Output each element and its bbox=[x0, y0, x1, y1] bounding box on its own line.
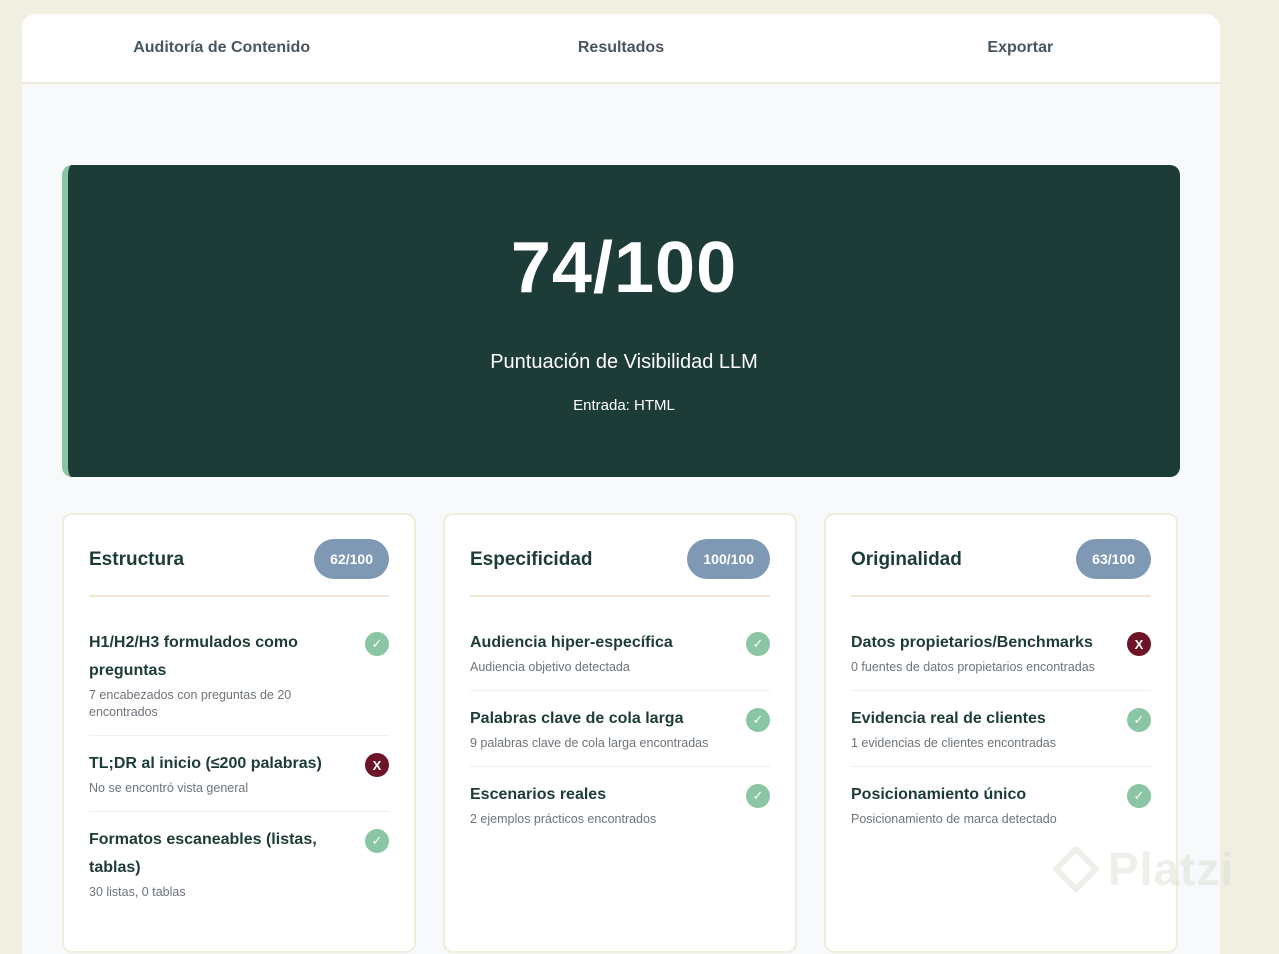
check-description: Posicionamiento de marca detectado bbox=[851, 812, 1057, 826]
input-type-label: Entrada: HTML bbox=[573, 397, 675, 414]
check-description: 30 listas, 0 tablas bbox=[89, 885, 186, 899]
check-title: Evidencia real de clientes bbox=[851, 710, 1046, 727]
card-title: Originalidad bbox=[851, 549, 962, 570]
card-title: Estructura bbox=[89, 549, 185, 570]
check-icon: ✓ bbox=[746, 784, 770, 808]
check-icon: ✓ bbox=[1127, 708, 1151, 732]
check-list: H1/H2/H3 formulados como preguntas 7 enc… bbox=[89, 615, 389, 915]
check-title: Datos propietarios/Benchmarks bbox=[851, 634, 1093, 651]
check-title: Palabras clave de cola larga bbox=[470, 710, 684, 727]
check-description: 9 palabras clave de cola larga encontrad… bbox=[470, 736, 709, 750]
check-title: Posicionamiento único bbox=[851, 786, 1027, 803]
card-header: Originalidad 63/100 bbox=[851, 539, 1151, 597]
watermark-text: Platzi bbox=[1108, 843, 1235, 895]
check-description: 0 fuentes de datos propietarios encontra… bbox=[851, 660, 1095, 674]
score-label: Puntuación de Visibilidad LLM bbox=[490, 351, 758, 373]
card-header: Especificidad 100/100 bbox=[470, 539, 770, 597]
check-icon: ✓ bbox=[746, 632, 770, 656]
tab-auditoria[interactable]: Auditoría de Contenido bbox=[22, 14, 421, 82]
check-description: No se encontró vista general bbox=[89, 781, 249, 795]
card-estructura: Estructura 62/100 H1/H2/H3 formulados co… bbox=[62, 513, 416, 953]
card-title: Especificidad bbox=[470, 549, 593, 570]
check-item: Datos propietarios/Benchmarks 0 fuentes … bbox=[851, 615, 1151, 691]
check-item: TL;DR al inicio (≤200 palabras) No se en… bbox=[89, 736, 389, 812]
check-list: Audiencia hiper-específica Audiencia obj… bbox=[470, 615, 770, 842]
check-title: Escenarios reales bbox=[470, 786, 607, 803]
card-especificidad: Especificidad 100/100 Audiencia hiper-es… bbox=[443, 513, 797, 953]
card-header: Estructura 62/100 bbox=[89, 539, 389, 597]
platzi-watermark: Platzi bbox=[1052, 842, 1234, 896]
fail-icon: X bbox=[1127, 632, 1151, 656]
check-icon: ✓ bbox=[1127, 784, 1151, 808]
check-title: Audiencia hiper-específica bbox=[470, 634, 673, 651]
check-title: TL;DR al inicio (≤200 palabras) bbox=[89, 755, 322, 772]
score-badge: 100/100 bbox=[687, 539, 770, 579]
check-description: Audiencia objetivo detectada bbox=[470, 660, 630, 674]
check-description: 1 evidencias de clientes encontradas bbox=[851, 736, 1056, 750]
score-badge: 63/100 bbox=[1076, 539, 1151, 579]
check-item: Evidencia real de clientes 1 evidencias … bbox=[851, 691, 1151, 767]
fail-icon: X bbox=[365, 753, 389, 777]
score-value: 74/100 bbox=[510, 228, 738, 308]
check-title: H1/H2/H3 formulados como preguntas bbox=[89, 634, 298, 679]
check-icon: ✓ bbox=[365, 829, 389, 853]
check-description: 7 encabezados con preguntas de 20 encont… bbox=[89, 688, 292, 719]
score-hero: 74/100 Puntuación de Visibilidad LLM Ent… bbox=[62, 165, 1180, 477]
check-item: Posicionamiento único Posicionamiento de… bbox=[851, 767, 1151, 842]
tab-bar: Auditoría de Contenido Resultados Export… bbox=[22, 14, 1220, 84]
platzi-logo-icon bbox=[1053, 846, 1099, 892]
check-list: Datos propietarios/Benchmarks 0 fuentes … bbox=[851, 615, 1151, 842]
check-item: H1/H2/H3 formulados como preguntas 7 enc… bbox=[89, 615, 389, 736]
app-window: Auditoría de Contenido Resultados Export… bbox=[22, 14, 1220, 954]
score-badge: 62/100 bbox=[314, 539, 389, 579]
check-icon: ✓ bbox=[365, 632, 389, 656]
tab-exportar[interactable]: Exportar bbox=[821, 14, 1220, 82]
check-item: Escenarios reales 2 ejemplos prácticos e… bbox=[470, 767, 770, 842]
tab-resultados[interactable]: Resultados bbox=[421, 14, 820, 82]
check-item: Palabras clave de cola larga 9 palabras … bbox=[470, 691, 770, 767]
check-icon: ✓ bbox=[746, 708, 770, 732]
check-description: 2 ejemplos prácticos encontrados bbox=[470, 812, 657, 826]
check-item: Formatos escaneables (listas, tablas) 30… bbox=[89, 812, 389, 915]
check-item: Audiencia hiper-específica Audiencia obj… bbox=[470, 615, 770, 691]
check-title: Formatos escaneables (listas, tablas) bbox=[89, 831, 317, 876]
